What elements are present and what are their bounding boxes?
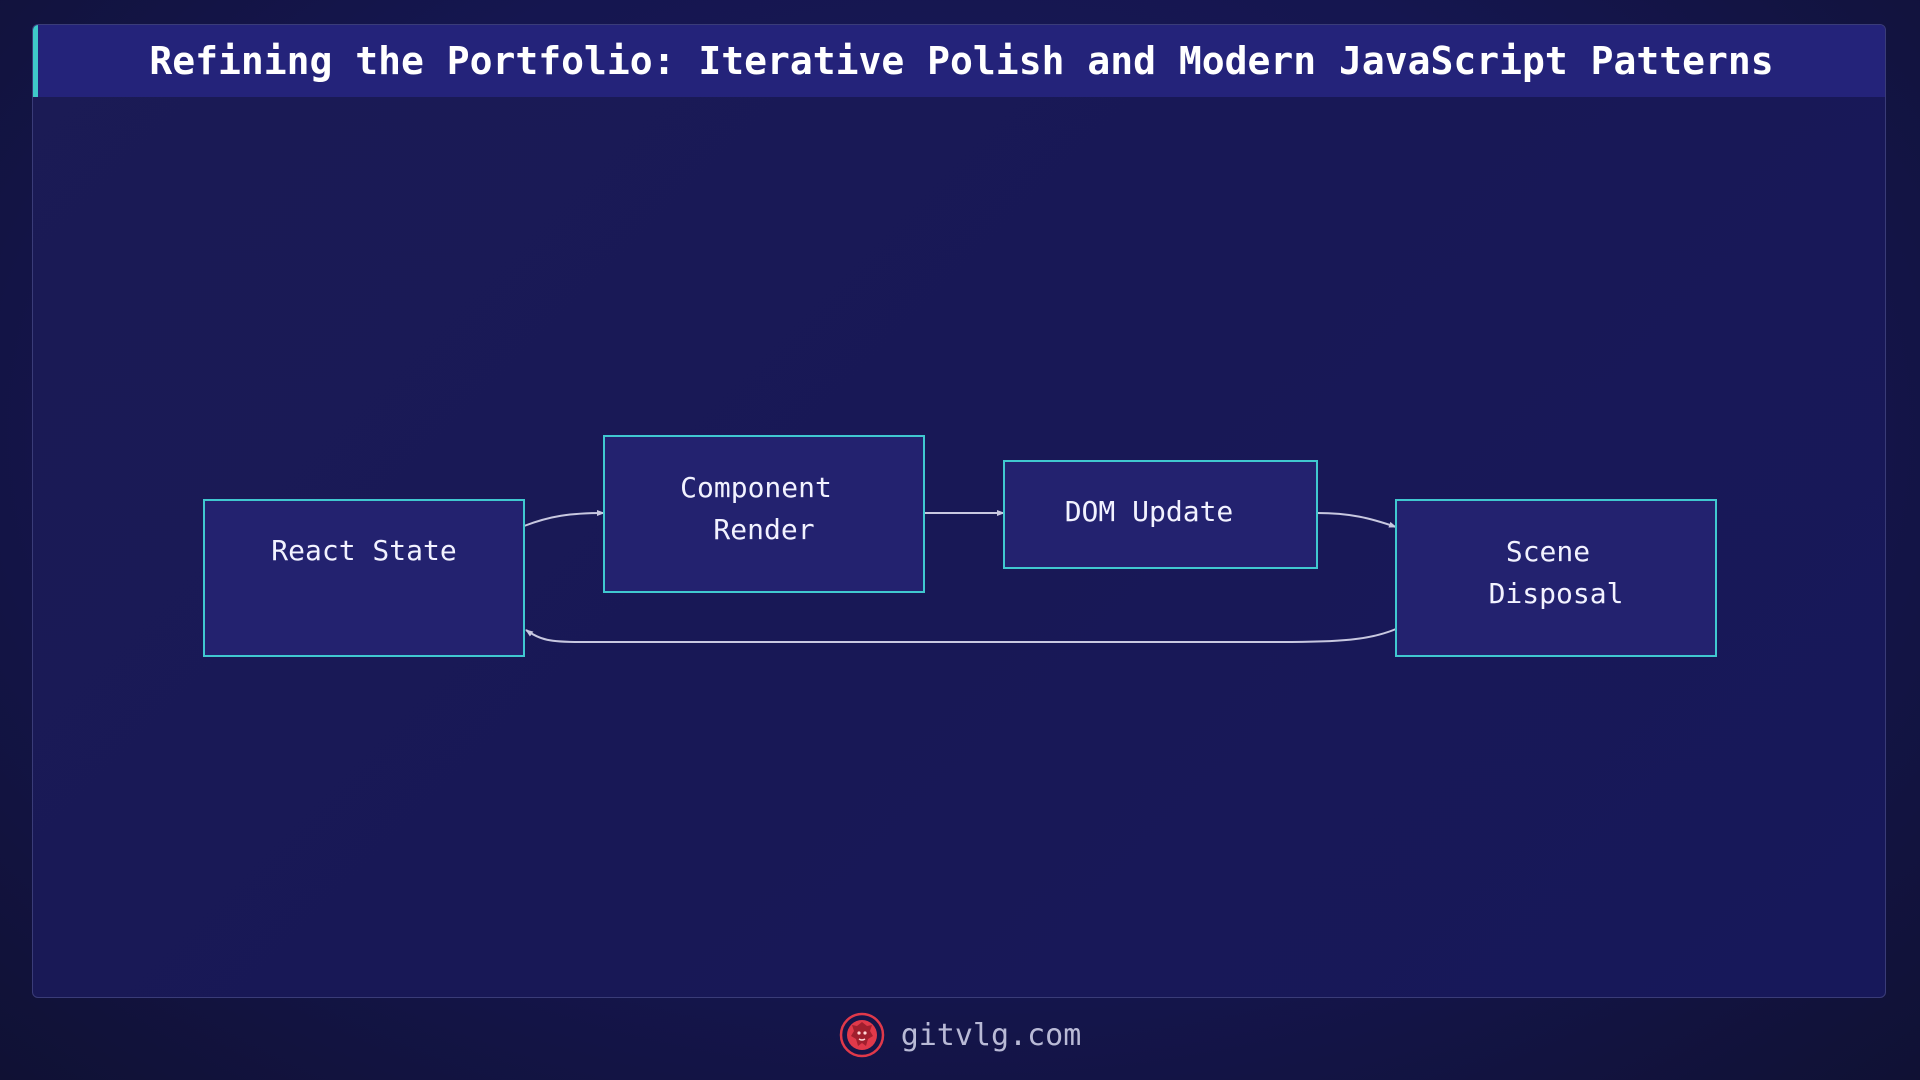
- flow-diagram: React State Component Render DOM Update …: [203, 435, 1717, 657]
- edge-react-state-to-component-render: [523, 510, 605, 527]
- node-scene-disposal: Scene Disposal: [1395, 499, 1717, 657]
- node-dom-update: DOM Update: [1003, 460, 1318, 569]
- footer: gitvlg.com: [0, 1010, 1920, 1060]
- node-component-render: Component Render: [603, 435, 925, 593]
- node-react-state: React State: [203, 499, 525, 657]
- node-label: Component: [680, 471, 832, 504]
- node-label: Disposal: [1489, 577, 1624, 610]
- edge-dom-update-to-scene-disposal: [1316, 512, 1397, 528]
- lion-logo-icon: [839, 1012, 884, 1058]
- node-label: Render: [713, 513, 814, 546]
- edge-scene-disposal-to-react-state: [525, 628, 1397, 643]
- site-url: gitvlg.com: [900, 1017, 1082, 1053]
- node-label: React State: [271, 534, 456, 567]
- node-label: Scene: [1506, 535, 1590, 568]
- node-label: DOM Update: [1065, 495, 1234, 528]
- slide: Refining the Portfolio: Iterative Polish…: [0, 0, 1920, 1080]
